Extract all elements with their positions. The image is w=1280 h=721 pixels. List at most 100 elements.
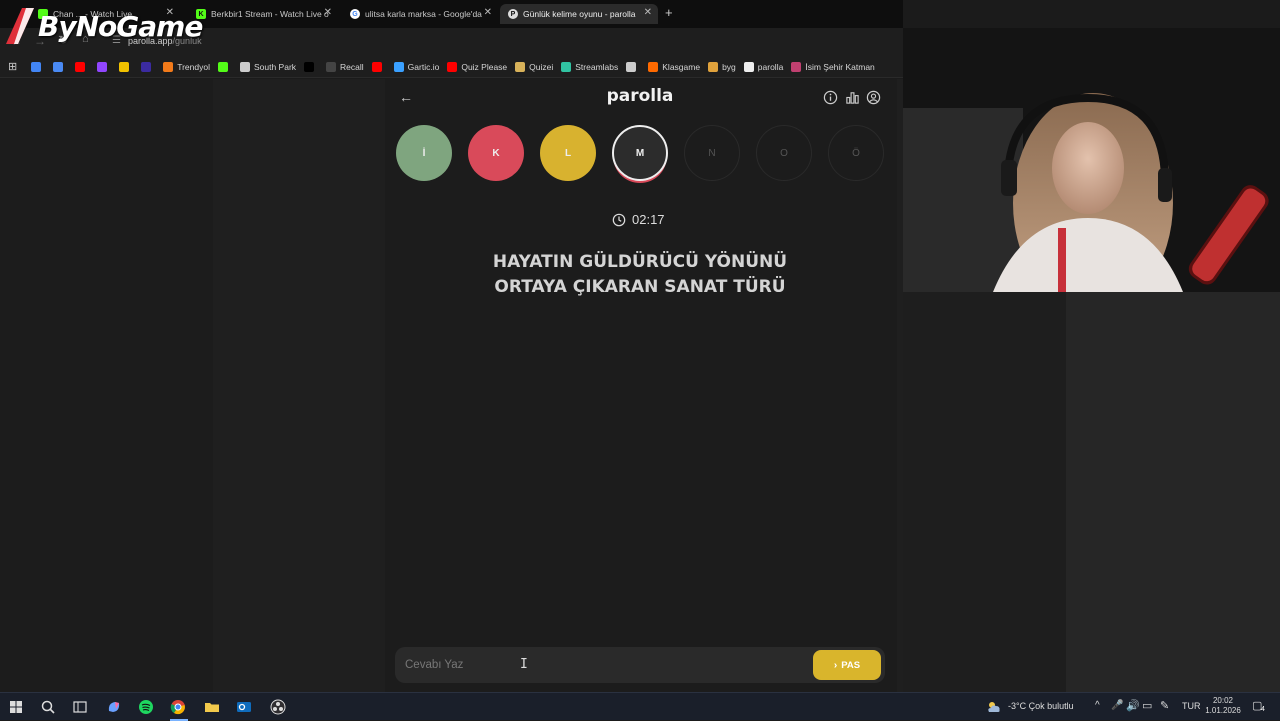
chevron-up-icon[interactable]: ^ [1095,700,1100,711]
windows-start-icon[interactable] [8,699,24,715]
x-icon [304,61,315,72]
isim-icon [791,61,802,72]
clock[interactable]: 20:02 1.01.2026 [1204,696,1242,716]
bookmark-item[interactable] [75,61,89,72]
info-icon[interactable] [823,90,838,105]
file-explorer-icon[interactable] [204,699,220,715]
apps-grid-icon[interactable]: ⊞ [8,60,17,73]
notification-count: 4 [1261,706,1265,713]
back-arrow-icon[interactable]: ← [397,88,415,106]
folder-icon [119,61,130,72]
recall-icon [326,61,337,72]
spotify-icon[interactable] [138,699,154,715]
bookmark-item[interactable]: South Park [239,61,297,72]
question-line: ORTAYA ÇIKARAN SANAT TÜRÜ [494,277,786,297]
globe-icon [626,61,637,72]
parolla-icon [743,61,754,72]
bookmark-label: parolla [757,61,784,72]
copilot-icon[interactable] [106,699,122,715]
globe-icon [239,61,250,72]
tab-label: Berkbir1 Stream - Watch Live o [211,9,329,19]
parolla-icon: P [508,9,518,19]
outlook-icon[interactable] [236,699,252,715]
question-line: HAYATIN GÜLDÜRÜCÜ YÖNÜNÜ [492,252,788,272]
bookmark-item[interactable]: Quizei [515,61,553,72]
bookmark-item[interactable]: parolla [743,61,784,72]
bookmark-item[interactable]: Gartic.io [393,61,440,72]
bookmark-item[interactable] [141,61,155,72]
search-icon[interactable] [40,699,56,715]
letter-current: M [612,125,668,181]
bookmark-item[interactable] [119,61,133,72]
quizei-icon [515,61,526,72]
text-cursor-icon: I [520,657,528,672]
bookmark-label: Recall [340,61,364,72]
tab-label: ulitsa karla marksa - Google'da [365,9,482,19]
microphone-icon[interactable]: 🎤 [1111,700,1123,711]
bookmark-label: South Park [253,61,297,72]
chrome-icon[interactable] [170,699,186,715]
clock-icon [612,213,626,226]
speaker-icon[interactable]: 🔊 [1126,699,1140,712]
bookmark-label: byg [722,61,736,72]
gartic-icon [393,61,404,72]
obs-icon[interactable] [270,699,286,715]
language-indicator[interactable]: TUR [1182,701,1201,711]
bookmark-label: İsim Şehir Katman [805,61,875,72]
letter-wrong: K [468,125,524,181]
klasgame-icon [648,61,659,72]
pen-icon[interactable]: ✎ [1160,699,1169,712]
bookmark-item[interactable]: İsim Şehir Katman [791,61,875,72]
clock-time: 20:02 [1212,696,1234,705]
bookmark-label: Gartic.io [407,61,440,72]
close-icon[interactable]: ✕ [484,7,492,18]
bookmark-item[interactable] [626,61,640,72]
letter-pass: L [540,125,596,181]
bookmark-item[interactable] [304,61,318,72]
twitch-icon [97,61,108,72]
bookmark-item[interactable] [217,61,232,72]
new-tab-button[interactable]: + [665,5,673,20]
letter-future: Ö [828,125,884,181]
bookmark-item[interactable]: Streamlabs [561,61,619,72]
trendyol-icon [163,61,174,72]
bookmark-item[interactable] [371,61,386,72]
answer-input[interactable] [403,653,803,677]
app-title: parolla [606,86,674,106]
bookmark-item[interactable]: Klasgame [648,61,701,72]
bookmarks-bar: ⊞ Trendyol South Park Recall Gartic.io Quiz … [0,56,903,78]
stats-icon[interactable] [845,90,860,105]
bookmark-item[interactable]: Trendyol [163,61,210,72]
bookmark-item[interactable] [97,61,111,72]
overlay-panel [903,292,1066,692]
close-icon[interactable]: ✕ [644,7,652,18]
slash-logo-icon [6,8,34,44]
windows-taskbar: -3°C Çok bulutlu ^ 🎤 🔊 ▭ ✎ TUR 20:02 1.0… [0,692,1280,721]
browser-tab-active[interactable]: P Günlük kelime oyunu - parolla ✕ [500,4,658,24]
webcam-image [903,28,1280,292]
bookmark-item[interactable]: Quiz Please [447,61,508,72]
pass-button[interactable]: › PAS [813,650,881,680]
network-icon[interactable]: ▭ [1142,699,1152,712]
task-view-icon[interactable] [72,699,88,715]
browser-tab[interactable]: G ulitsa karla marksa - Google'da ✕ [342,4,498,24]
google-icon: G [350,9,360,19]
timer: 02:17 [612,212,665,227]
bookmark-item[interactable]: byg [708,61,736,72]
weather-cloud-icon [988,702,1000,712]
bookmark-label: Quiz Please [461,61,508,72]
bookmark-label: Klasgame [662,61,701,72]
youtube-icon [447,61,458,72]
bookmark-label: Streamlabs [575,61,619,72]
answer-bar: › PAS [395,647,885,683]
bookmark-item[interactable]: Recall [326,61,364,72]
timer-value: 02:17 [632,212,665,227]
bookmark-item[interactable] [53,61,67,72]
letter-future: O [756,125,812,181]
weather-text[interactable]: -3°C Çok bulutlu [1008,701,1074,711]
letter-future: N [684,125,740,181]
profile-icon[interactable] [866,90,881,105]
close-icon[interactable]: ✕ [324,7,332,18]
bookmark-label: Trendyol [177,61,210,72]
bookmark-item[interactable] [31,61,45,72]
